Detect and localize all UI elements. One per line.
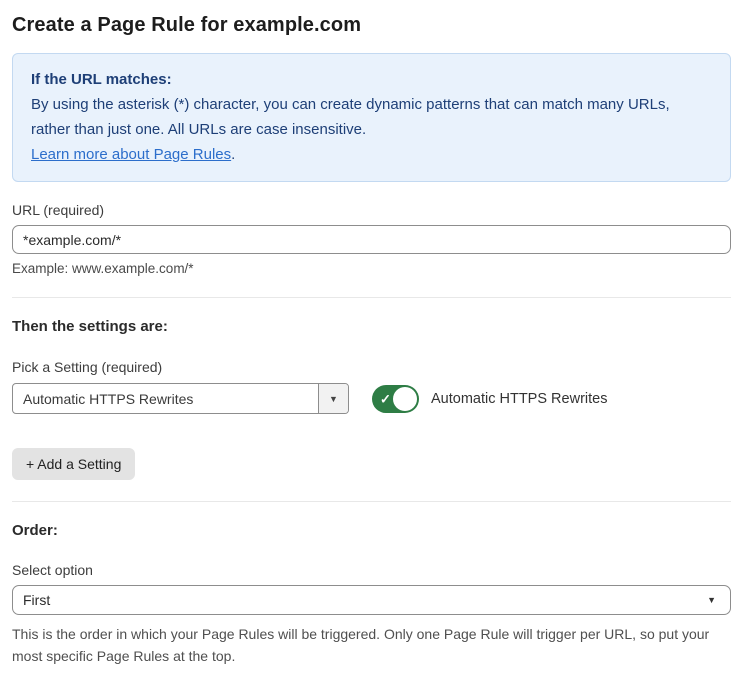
divider [12,501,731,502]
create-page-rule-form: Create a Page Rule for example.com If th… [0,0,743,686]
pick-setting-label: Pick a Setting (required) [12,359,163,375]
chevron-down-icon: ▼ [329,393,338,404]
setting-row: Automatic HTTPS Rewrites ▼ ✓ Automatic H… [12,383,731,414]
toggle-label: Automatic HTTPS Rewrites [431,390,608,407]
url-input[interactable] [12,225,731,254]
toggle-knob [393,386,417,411]
order-select-value: First [23,592,51,608]
setting-dropdown[interactable]: Automatic HTTPS Rewrites ▼ [12,383,349,414]
check-icon: ✓ [380,391,391,406]
order-select-label: Select option [12,562,93,578]
order-section-heading: Order: [12,522,58,539]
learn-more-link[interactable]: Learn more about Page Rules [31,146,231,163]
https-rewrites-toggle[interactable]: ✓ [372,384,419,413]
url-match-info-box: If the URL matches: By using the asteris… [12,53,731,182]
order-helper-text: This is the order in which your Page Rul… [12,626,710,664]
setting-dropdown-button[interactable]: ▼ [318,384,348,413]
info-box-heading: If the URL matches: [31,71,172,88]
url-example-helper: Example: www.example.com/* [12,261,194,276]
page-title: Create a Page Rule for example.com [12,14,362,36]
info-box-link-line: Learn more about Page Rules. [31,142,712,167]
info-box-body: By using the asterisk (*) character, you… [31,96,670,138]
order-select[interactable]: First ▼ [12,585,731,615]
settings-section-heading: Then the settings are: [12,318,168,335]
divider [12,297,731,298]
url-field-label: URL (required) [12,202,105,218]
chevron-down-icon: ▼ [707,595,716,605]
add-setting-button[interactable]: + Add a Setting [12,448,136,480]
link-suffix: . [231,146,236,163]
setting-dropdown-value: Automatic HTTPS Rewrites [23,390,194,407]
